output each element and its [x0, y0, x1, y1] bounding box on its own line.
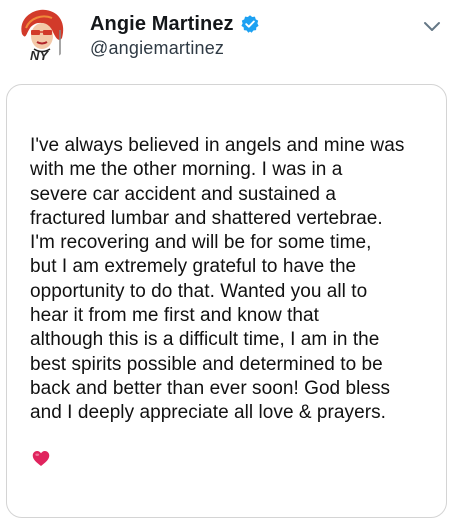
- avatar-ny-text: NY: [30, 48, 49, 62]
- avatar-illustration: NY: [12, 4, 70, 62]
- user-handle[interactable]: @angiemartinez: [90, 38, 224, 59]
- post-text: I've always believed in angels and mine …: [30, 135, 405, 424]
- avatar[interactable]: NY: [12, 4, 70, 62]
- display-name[interactable]: Angie Martinez: [90, 13, 234, 36]
- name-row: Angie Martinez: [90, 12, 260, 36]
- tweet-header: NY Angie Martinez @angiemartinez: [0, 0, 453, 72]
- chevron-down-icon[interactable]: [422, 20, 442, 34]
- verified-badge-icon: [240, 14, 260, 34]
- heart-icon: [32, 450, 50, 467]
